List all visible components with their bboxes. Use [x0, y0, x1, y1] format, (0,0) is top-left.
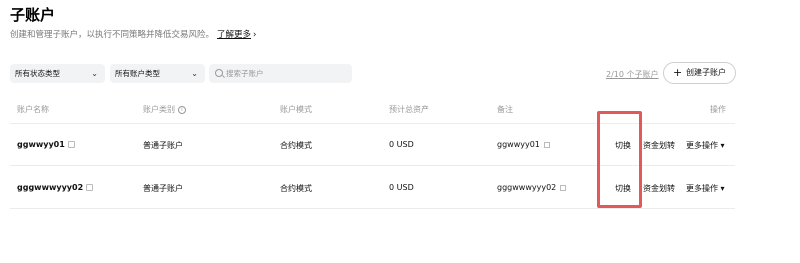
row-remark: ggwwyy01	[497, 140, 550, 149]
page-subtitle: 创建和管理子账户，以执行不同策略并降低交易风险。 了解更多 ›	[10, 28, 256, 40]
header-account-type: 账户类别 i	[143, 104, 186, 115]
page-title: 子账户	[10, 6, 56, 24]
header-actions: 操作	[710, 105, 726, 114]
more-actions-button[interactable]: 更多操作 ▾	[686, 140, 725, 151]
header-account-mode: 账户模式	[280, 105, 312, 114]
subaccount-count-link[interactable]: 2/10 个子账户	[606, 69, 659, 80]
search-icon	[215, 69, 223, 77]
table-divider	[10, 123, 735, 124]
header-total-assets: 预计总资产	[389, 105, 429, 114]
copy-icon[interactable]	[86, 184, 94, 191]
row-account-type: 普通子账户	[143, 184, 183, 193]
account-name-text: ggwwyy01	[17, 140, 65, 149]
row-total-assets: 0 USD	[389, 183, 414, 192]
edit-icon[interactable]	[543, 141, 550, 148]
plus-icon: +	[673, 66, 683, 79]
row-account-name: ggwwyy01	[17, 140, 75, 149]
edit-icon[interactable]	[560, 184, 567, 191]
more-actions-button[interactable]: 更多操作 ▾	[686, 183, 725, 194]
chevron-down-icon: ⌄	[191, 69, 198, 78]
chevron-down-icon: ⌄	[91, 69, 98, 78]
transfer-funds-button[interactable]: 资金划转	[643, 140, 675, 151]
row-account-mode: 合约模式	[280, 141, 312, 150]
account-name-text: gggwwwyyy02	[17, 183, 84, 192]
row-account-mode: 合约模式	[280, 184, 312, 193]
account-type-select[interactable]: 所有账户类型 ⌄	[110, 64, 205, 83]
learn-more-link[interactable]: 了解更多	[217, 30, 251, 40]
create-subaccount-label: 创建子账户	[686, 68, 726, 77]
search-placeholder: 搜索子账户	[226, 69, 264, 78]
table-divider	[10, 165, 735, 166]
status-type-select-value: 所有状态类型	[15, 69, 60, 78]
remark-text: ggwwyy01	[497, 140, 540, 149]
switch-button[interactable]: 切换	[615, 183, 631, 194]
search-input[interactable]: 搜索子账户	[209, 64, 352, 83]
remark-text: gggwwwyyy02	[497, 183, 557, 192]
status-type-select[interactable]: 所有状态类型 ⌄	[10, 64, 105, 83]
account-type-select-value: 所有账户类型	[115, 69, 160, 78]
row-account-name: gggwwwyyy02	[17, 183, 94, 192]
header-remark: 备注	[497, 105, 513, 114]
transfer-funds-button[interactable]: 资金划转	[643, 183, 675, 194]
row-total-assets: 0 USD	[389, 140, 414, 149]
table-divider	[10, 208, 735, 209]
copy-icon[interactable]	[67, 141, 75, 148]
info-icon[interactable]: i	[178, 105, 186, 114]
create-subaccount-button[interactable]: + 创建子账户	[663, 62, 736, 84]
row-account-type: 普通子账户	[143, 141, 183, 150]
row-remark: gggwwwyyy02	[497, 183, 567, 192]
subtitle-text: 创建和管理子账户，以执行不同策略并降低交易风险。	[10, 30, 215, 40]
header-account-name: 账户名称	[17, 105, 49, 114]
header-account-type-label: 账户类别	[143, 105, 175, 114]
switch-button[interactable]: 切换	[615, 140, 631, 151]
chevron-right-icon: ›	[253, 30, 257, 40]
